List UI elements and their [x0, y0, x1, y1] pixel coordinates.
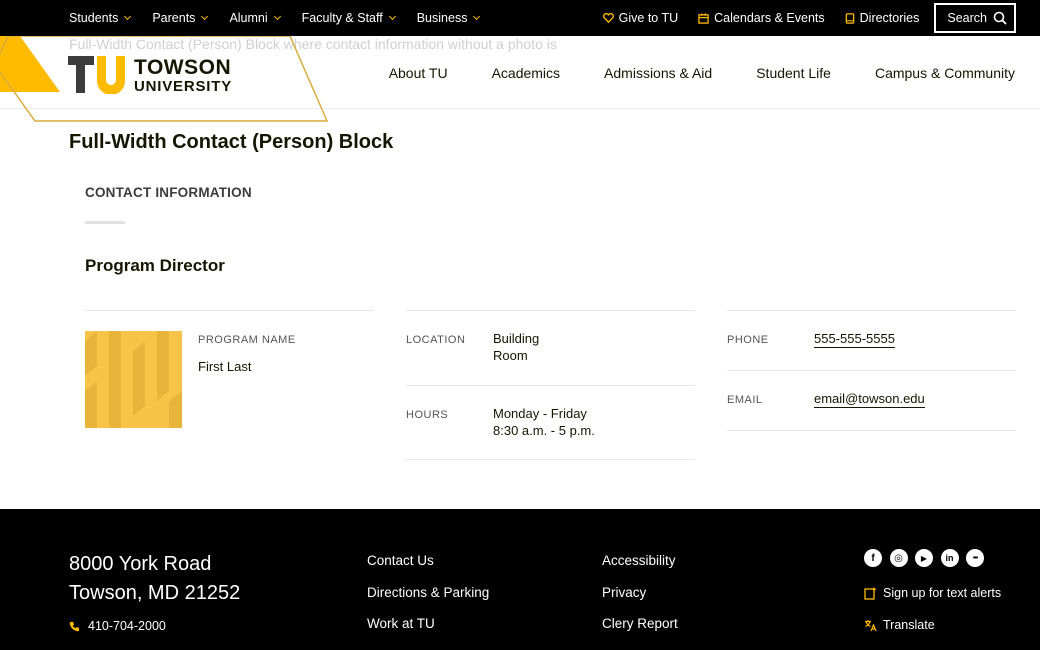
- nav-about-tu[interactable]: About TU: [389, 65, 448, 81]
- alert-signup-icon: [864, 587, 876, 600]
- contact-person-title: Program Director: [85, 256, 225, 275]
- chevron-down-icon: [201, 12, 209, 21]
- footer-work-at-tu[interactable]: Work at TU: [367, 616, 489, 632]
- translate-icon: [865, 619, 877, 631]
- nav-academics[interactable]: Academics: [492, 65, 560, 81]
- footer-address: 8000 York Road Towson, MD 21252: [69, 553, 241, 604]
- audience-link-parents[interactable]: Parents: [152, 11, 209, 25]
- book-icon: [845, 12, 854, 24]
- location-room: Room: [493, 348, 528, 363]
- utility-actions: Give to TU Calendars & Events Directorie…: [583, 0, 1016, 36]
- divider: [727, 310, 1016, 311]
- page-title: Full-Width Contact (Person) Block: [69, 131, 394, 153]
- audience-link-alumni[interactable]: Alumni: [229, 11, 281, 25]
- contact-photo-placeholder: [85, 331, 182, 428]
- towson-logo[interactable]: TOWSON UNIVERSITY: [68, 56, 232, 94]
- location-label: LOCATION: [406, 334, 466, 346]
- chevron-down-icon: [473, 12, 481, 21]
- social-links: f ◎ ▶ in •••: [864, 549, 992, 567]
- divider: [727, 430, 1016, 431]
- audience-nav: Students Parents Alumni Faculty & Staff …: [69, 0, 501, 36]
- search-button[interactable]: Search: [934, 3, 1016, 33]
- linkedin-icon[interactable]: in: [940, 549, 959, 567]
- footer-links-col2: Accessibility Privacy Clery Report: [602, 553, 678, 648]
- section-title: CONTACT INFORMATION: [85, 185, 252, 200]
- person-name: First Last: [198, 359, 252, 374]
- footer-links-col1: Contact Us Directions & Parking Work at …: [367, 553, 489, 648]
- nav-student-life[interactable]: Student Life: [756, 65, 831, 81]
- email-label: EMAIL: [727, 394, 763, 406]
- audience-link-students[interactable]: Students: [69, 11, 132, 25]
- hours-days: Monday - Friday: [493, 406, 587, 421]
- main-nav: About TU Academics Admissions & Aid Stud…: [345, 36, 1015, 109]
- nav-campus-community[interactable]: Campus & Community: [875, 65, 1015, 81]
- location-building: Building: [493, 331, 540, 346]
- footer-contact-us[interactable]: Contact Us: [367, 553, 489, 569]
- divider: [727, 370, 1016, 371]
- calendar-icon: [698, 12, 709, 24]
- divider: [406, 385, 695, 386]
- footer-accessibility[interactable]: Accessibility: [602, 553, 678, 569]
- phone-label: PHONE: [727, 334, 769, 346]
- audience-link-business[interactable]: Business: [417, 11, 481, 25]
- phone-icon: [69, 621, 80, 631]
- program-label: PROGRAM NAME: [198, 334, 296, 346]
- heart-icon: [602, 13, 614, 23]
- instagram-icon[interactable]: ◎: [889, 549, 908, 567]
- nav-admissions-aid[interactable]: Admissions & Aid: [604, 65, 712, 81]
- facebook-icon[interactable]: f: [864, 549, 882, 567]
- more-icon[interactable]: •••: [966, 549, 984, 567]
- chevron-down-icon: [388, 12, 396, 21]
- text-alerts-link[interactable]: Sign up for text alerts: [864, 586, 1001, 600]
- divider: [85, 310, 374, 311]
- give-link[interactable]: Give to TU: [602, 11, 678, 25]
- divider: [406, 310, 695, 311]
- divider: [406, 459, 695, 460]
- phone-link[interactable]: 555-555-5555: [814, 331, 895, 348]
- footer-privacy[interactable]: Privacy: [602, 585, 678, 601]
- search-icon: [993, 11, 1007, 25]
- footer-directions-parking[interactable]: Directions & Parking: [367, 585, 489, 601]
- audience-link-faculty-staff[interactable]: Faculty & Staff: [302, 11, 396, 25]
- footer-clery-report[interactable]: Clery Report: [602, 616, 678, 632]
- calendars-link[interactable]: Calendars & Events: [698, 11, 825, 25]
- chevron-down-icon: [124, 12, 132, 21]
- hours-label: HOURS: [406, 409, 449, 421]
- tu-logo-mark: [68, 56, 125, 94]
- footer-phone-link[interactable]: 410-704-2000: [69, 619, 166, 633]
- section-divider: [85, 221, 125, 224]
- logo-wordmark: TOWSON UNIVERSITY: [134, 55, 233, 95]
- hours-times: 8:30 a.m. - 5 p.m.: [493, 423, 595, 438]
- translate-link[interactable]: Translate: [864, 618, 935, 632]
- youtube-icon[interactable]: ▶: [915, 549, 933, 567]
- chevron-down-icon: [273, 12, 281, 21]
- site-footer: 8000 York Road Towson, MD 21252 410-704-…: [0, 509, 1040, 650]
- directories-link[interactable]: Directories: [845, 11, 919, 25]
- utility-bar: Students Parents Alumni Faculty & Staff …: [0, 0, 1040, 36]
- email-link[interactable]: email@towson.edu: [814, 391, 925, 408]
